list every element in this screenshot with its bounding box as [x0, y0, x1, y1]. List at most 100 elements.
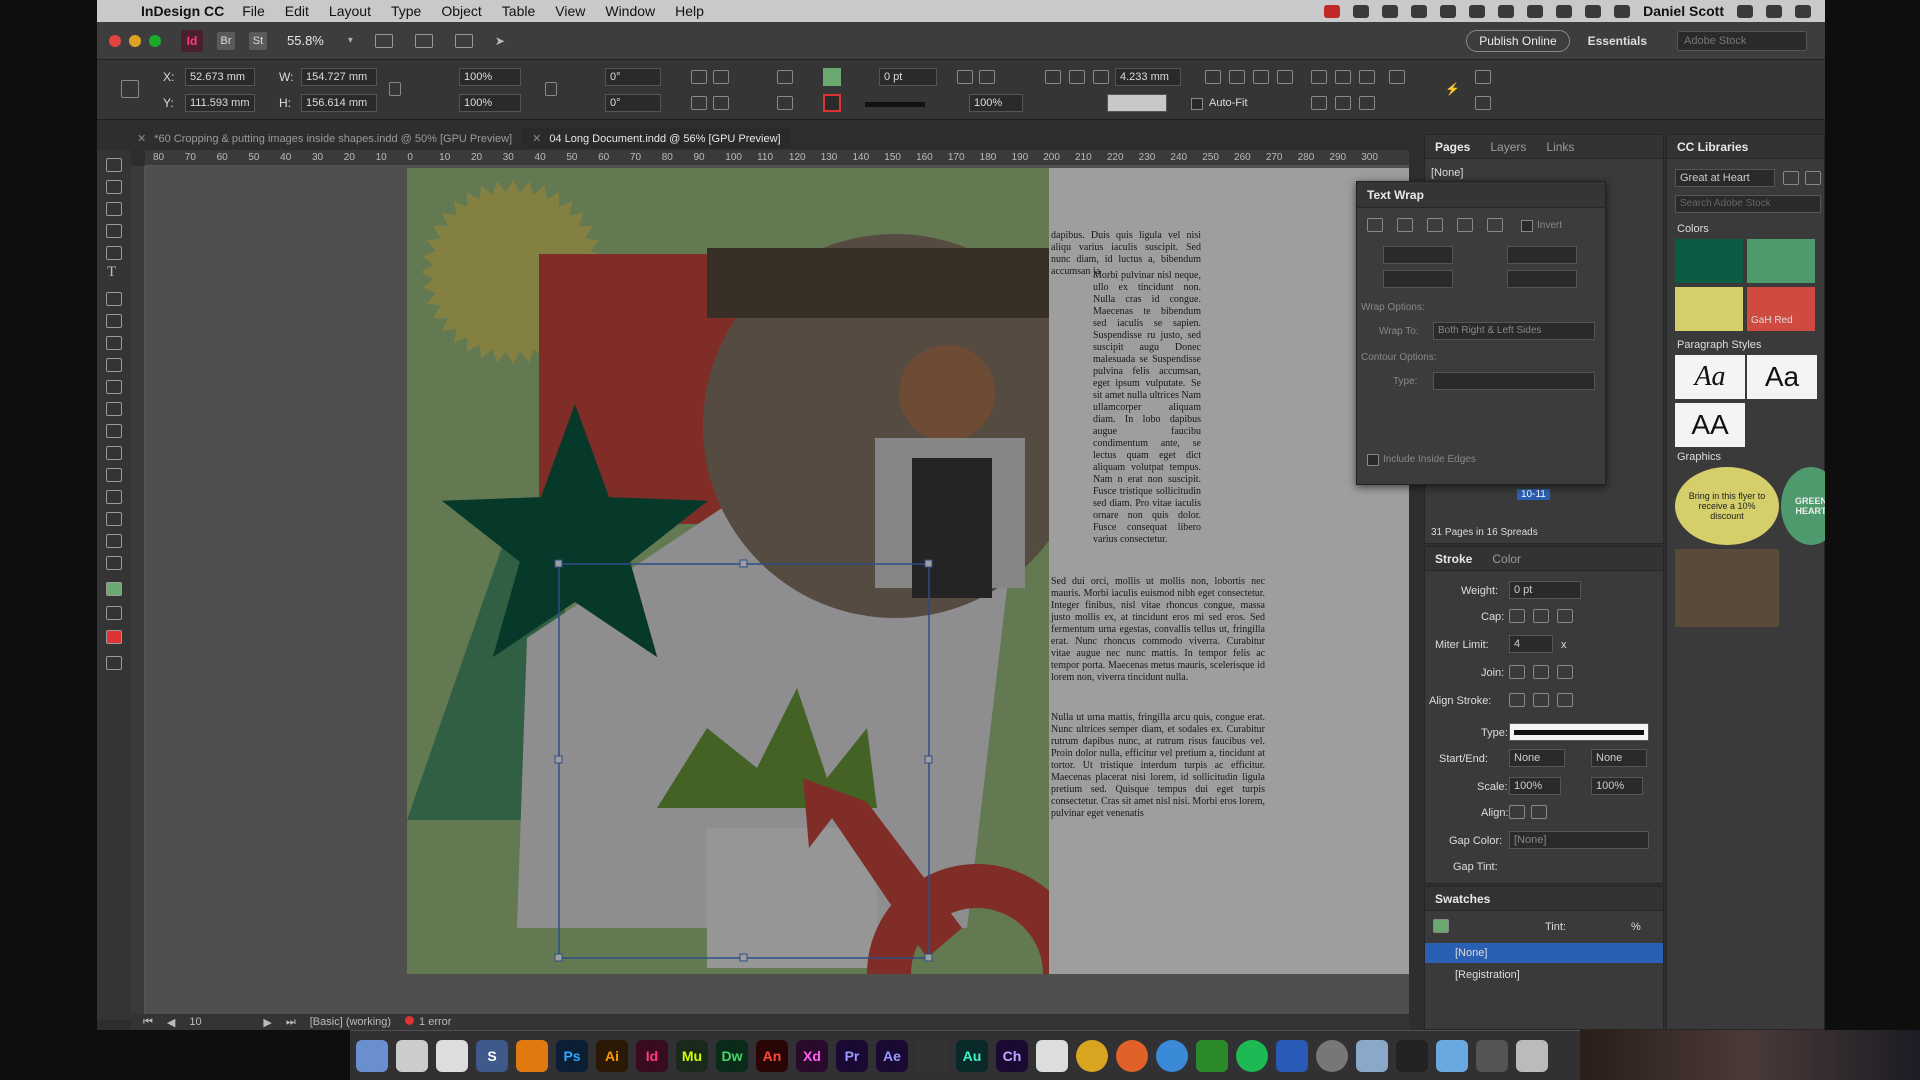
body-text-3[interactable]: Nulla ut urna mattis, fringilla arcu qui… — [1051, 712, 1265, 820]
wrap-bounding-box-icon[interactable] — [1397, 218, 1413, 232]
dock-muse-icon[interactable]: Mu — [676, 1039, 708, 1072]
paragraph-style-3[interactable]: AA — [1675, 403, 1745, 447]
scale-y-field[interactable]: 100% — [459, 94, 521, 112]
selection-handle[interactable] — [924, 953, 933, 962]
rotation-field[interactable]: 0° — [605, 68, 661, 86]
publish-online-button[interactable]: Publish Online — [1466, 29, 1570, 52]
hand-tool-icon[interactable] — [106, 534, 122, 548]
adobe-stock-search[interactable]: Adobe Stock — [1677, 30, 1807, 51]
include-inside-edges-checkbox[interactable] — [1367, 454, 1379, 466]
flip-vertical-icon[interactable] — [713, 96, 729, 110]
content-collector-icon[interactable] — [106, 246, 122, 260]
scale-x-field[interactable]: 100% — [459, 68, 521, 86]
page-number-field[interactable]: 10 — [189, 1016, 249, 1028]
dock-system-preferences-icon[interactable] — [1316, 1039, 1348, 1072]
artwork[interactable] — [407, 168, 1049, 974]
no-wrap-icon[interactable] — [1367, 218, 1383, 232]
menu-help[interactable]: Help — [675, 3, 704, 19]
text-wrap-title[interactable]: Text Wrap — [1357, 182, 1605, 208]
x-field[interactable]: 52.673 mm — [185, 68, 255, 86]
dock-animate-icon[interactable]: An — [756, 1039, 788, 1072]
jump-object-icon[interactable] — [1457, 218, 1473, 232]
flip-horizontal-icon[interactable] — [691, 96, 707, 110]
airplay-icon[interactable] — [1556, 4, 1573, 18]
dock-folder-icon[interactable] — [1436, 1039, 1468, 1072]
round-cap-icon[interactable] — [1533, 609, 1549, 623]
column-icon[interactable] — [1069, 70, 1085, 84]
dock-screen-recorder-icon[interactable] — [1356, 1039, 1388, 1072]
selection-handle[interactable] — [554, 559, 563, 568]
document-canvas[interactable]: dapibus. Duis quis ligula vel nisi aliqu… — [145, 166, 1409, 1018]
dock-app-c-icon[interactable] — [1196, 1039, 1228, 1072]
library-color-green[interactable] — [1747, 239, 1815, 283]
top-offset-field[interactable] — [1383, 246, 1453, 264]
tab-cc-libraries[interactable]: CC Libraries — [1677, 140, 1748, 154]
send-icon[interactable]: ➤ — [495, 34, 513, 48]
tab-long-document[interactable]: ✕ 04 Long Document.indd @ 56% [GPU Previe… — [522, 128, 791, 148]
close-window-button[interactable] — [109, 34, 121, 47]
selection-tool-icon[interactable] — [106, 158, 122, 172]
battery-icon[interactable] — [1614, 4, 1631, 18]
fill-frame-icon[interactable] — [1229, 70, 1245, 84]
start-select[interactable]: None — [1509, 749, 1565, 767]
opacity-field[interactable]: 100% — [969, 94, 1023, 112]
last-page-icon[interactable]: ⏭ — [286, 1016, 296, 1029]
selection-handle[interactable] — [739, 559, 748, 568]
miter-limit-field[interactable]: 4 — [1509, 635, 1553, 653]
tab-layers[interactable]: Layers — [1490, 140, 1526, 154]
volume-icon[interactable] — [1585, 4, 1602, 18]
note-tool-icon[interactable] — [106, 490, 122, 504]
align-top-icon[interactable] — [1311, 96, 1327, 110]
weight-field[interactable]: 0 pt — [1509, 581, 1581, 599]
tab-links[interactable]: Links — [1546, 140, 1574, 154]
apps-grid-icon[interactable] — [1440, 4, 1457, 18]
stroke-type-select[interactable] — [1509, 723, 1649, 741]
control-menu-icon[interactable] — [1475, 96, 1491, 110]
arrow-tip-inside-icon[interactable] — [1531, 805, 1547, 819]
rotate-ccw-icon[interactable] — [713, 70, 729, 84]
library-graphic-food-photo[interactable] — [1675, 549, 1779, 627]
none-master-label[interactable]: [None] — [1431, 167, 1463, 179]
bevel-join-icon[interactable] — [1557, 665, 1573, 679]
fit-frame-icon[interactable] — [1277, 70, 1293, 84]
invert-checkbox[interactable] — [1521, 220, 1533, 232]
library-select[interactable]: Great at Heart — [1675, 169, 1775, 187]
stroke-type-preview[interactable] — [865, 102, 925, 107]
start-scale-field[interactable]: 100% — [1509, 777, 1561, 795]
zoom-tool-icon[interactable] — [106, 556, 122, 570]
polygon-tool-icon[interactable] — [106, 380, 122, 394]
butt-cap-icon[interactable] — [1509, 609, 1525, 623]
stroke-swatch[interactable] — [823, 94, 841, 112]
zoom-level[interactable]: 55.8% — [287, 33, 324, 48]
page-left[interactable] — [407, 168, 1049, 974]
gap-color-select[interactable]: [None] — [1509, 831, 1649, 849]
type-tool-icon[interactable]: T — [107, 264, 123, 280]
select-content-icon[interactable] — [777, 96, 793, 110]
align-left-icon[interactable] — [1311, 70, 1327, 84]
eyedropper-tool-icon[interactable] — [106, 512, 122, 526]
spread-badge[interactable]: 10-11 — [1517, 489, 1550, 500]
constrain-scale-icon[interactable] — [545, 82, 557, 96]
menu-object[interactable]: Object — [441, 3, 481, 19]
y-field[interactable]: 111.593 mm — [185, 94, 255, 112]
selection-handle[interactable] — [924, 559, 933, 568]
selection-handle[interactable] — [739, 953, 748, 962]
stroke-weight-field[interactable]: 0 pt — [879, 68, 937, 86]
list-view-icon[interactable] — [1805, 171, 1821, 185]
align-bottom-icon[interactable] — [1359, 96, 1375, 110]
close-tab-icon[interactable]: ✕ — [137, 133, 146, 145]
rotate-cw-icon[interactable] — [691, 70, 707, 84]
swatch-row-registration[interactable]: [Registration] — [1425, 965, 1663, 985]
recording-icon[interactable] — [1324, 4, 1341, 18]
center-content-icon[interactable] — [1253, 70, 1269, 84]
menu-table[interactable]: Table — [502, 3, 535, 19]
dock-app-s-icon[interactable]: S — [476, 1039, 508, 1072]
align-stroke-outside-icon[interactable] — [1557, 693, 1573, 707]
screen-mode-tool-icon[interactable] — [106, 656, 122, 670]
align-middle-icon[interactable] — [1335, 96, 1351, 110]
preflight-profile[interactable]: [Basic] (working) — [310, 1016, 391, 1028]
quick-apply-icon[interactable]: ⚡ — [1445, 82, 1461, 96]
formatting-affects-container-icon[interactable] — [106, 606, 122, 620]
dock-premiere-icon[interactable]: Pr — [836, 1039, 868, 1072]
library-graphic-logo[interactable]: GREEN HEART — [1781, 467, 1825, 545]
